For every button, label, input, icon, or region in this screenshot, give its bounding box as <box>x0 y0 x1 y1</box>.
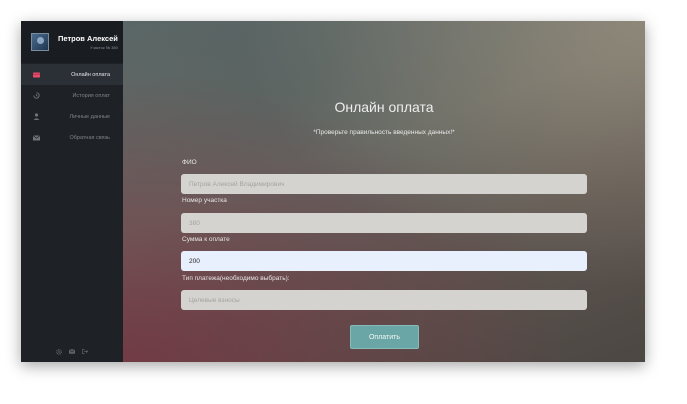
sidebar-nav: Онлайн оплата История оплат Личные данны… <box>21 64 123 148</box>
payment-type-label: Тип платежа(необходимо выбрать): <box>182 275 290 282</box>
card-icon <box>33 72 40 78</box>
app-window: Петров Алексей Участок № 380 Онлайн опла… <box>21 21 645 362</box>
sidebar-item-payment-history[interactable]: История оплат <box>21 85 123 106</box>
settings-icon[interactable] <box>56 348 62 355</box>
sidebar-item-personal-data[interactable]: Личные данные <box>21 106 123 127</box>
sidebar-item-label: Онлайн оплата <box>71 71 110 78</box>
sidebar-item-label: Личные данные <box>69 113 110 120</box>
plot-number-field[interactable] <box>181 213 587 233</box>
user-name: Петров Алексей <box>58 34 118 43</box>
pay-button[interactable]: Оплатить <box>350 325 419 349</box>
sidebar-item-label: Обратная связь <box>69 134 110 141</box>
history-icon <box>33 92 40 99</box>
sidebar: Петров Алексей Участок № 380 Онлайн опла… <box>21 21 123 362</box>
avatar <box>31 33 49 51</box>
page-subtitle: *Проверьте правильность введенных данных… <box>313 129 455 136</box>
mail-icon <box>33 134 40 141</box>
full-name-label: ФИО <box>182 159 197 166</box>
plot-number-label: Номер участка <box>182 197 227 204</box>
amount-label: Сумма к оплате <box>182 236 230 243</box>
main-content: Онлайн оплата *Проверьте правильность вв… <box>123 21 645 362</box>
sidebar-item-label: История оплат <box>72 92 110 99</box>
sidebar-item-online-payment[interactable]: Онлайн оплата <box>21 64 123 85</box>
user-icon <box>33 113 40 120</box>
payment-type-select[interactable] <box>181 290 587 310</box>
page-title: Онлайн оплата <box>334 99 434 115</box>
sidebar-item-feedback[interactable]: Обратная связь <box>21 127 123 148</box>
full-name-field[interactable] <box>181 174 587 194</box>
user-profile: Петров Алексей Участок № 380 <box>21 21 123 63</box>
amount-field[interactable] <box>181 251 587 271</box>
mail-icon[interactable] <box>69 349 75 354</box>
sidebar-footer <box>21 348 123 355</box>
user-plot-number: Участок № 380 <box>90 45 118 50</box>
logout-icon[interactable] <box>82 349 88 354</box>
